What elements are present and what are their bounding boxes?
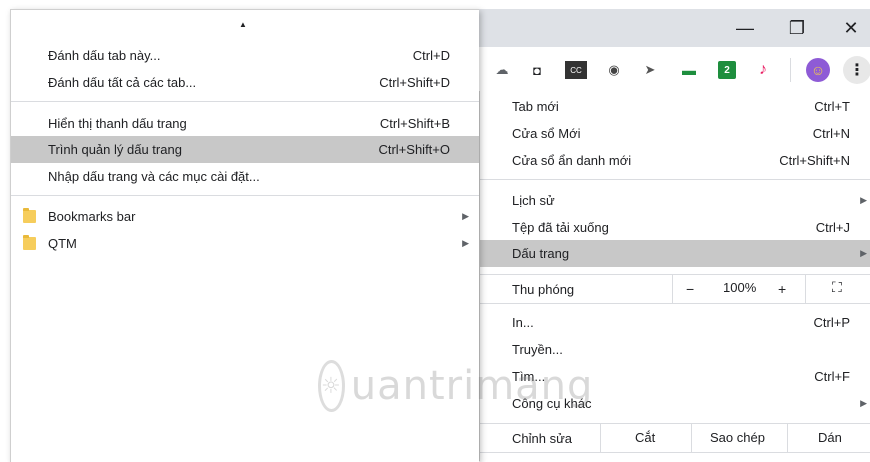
menu-divider [480, 452, 870, 453]
cell-divider [600, 424, 601, 452]
music-note-icon[interactable]: ♪ [754, 61, 772, 79]
zoom-level: 100% [723, 280, 757, 295]
menu-item-cast[interactable]: Truyền... [480, 336, 865, 363]
menu-item-bookmarks[interactable]: Dấu trang ▶ [480, 240, 870, 267]
menu-item-show-bookmarks-bar[interactable]: Hiển thị thanh dấu trang Ctrl+Shift+B [11, 110, 479, 137]
zoom-in-button[interactable]: + [778, 281, 786, 297]
chrome-main-menu: Tab mới Ctrl+T Cửa sổ Mới Ctrl+N Cửa sổ … [480, 91, 870, 461]
chevron-right-icon: ▶ [860, 398, 867, 408]
folder-item-qtm[interactable]: QTM ▶ [11, 230, 479, 257]
paste-button[interactable]: Dán [818, 430, 842, 445]
chevron-right-icon: ▶ [462, 238, 469, 248]
cut-button[interactable]: Cắt [635, 430, 655, 445]
menu-item-history[interactable]: Lịch sử ▶ [480, 187, 867, 214]
zoom-out-button[interactable]: − [686, 281, 694, 297]
cell-divider [691, 424, 692, 452]
menu-item-incognito[interactable]: Cửa sổ ẩn danh mới Ctrl+Shift+N [480, 147, 865, 174]
menu-item-new-tab[interactable]: Tab mới Ctrl+T [480, 93, 865, 120]
chevron-right-icon: ▶ [860, 248, 867, 258]
cell-divider [787, 424, 788, 452]
menu-item-bookmark-tab[interactable]: Đánh dấu tab này... Ctrl+D [11, 42, 479, 69]
close-icon: ✕ [843, 17, 859, 38]
camera-icon[interactable]: ◘ [528, 61, 546, 79]
caption-icon[interactable]: ▬ [680, 61, 698, 79]
minimize-icon: — [736, 17, 754, 38]
chevron-right-icon: ▶ [860, 195, 867, 205]
profile-avatar-icon[interactable]: ☺ [806, 58, 830, 82]
restore-icon: ❐ [788, 17, 806, 38]
cell-divider [672, 275, 673, 303]
menu-divider [11, 195, 479, 196]
menu-divider [480, 274, 870, 275]
menu-divider [480, 179, 870, 180]
folder-icon [23, 235, 36, 250]
fullscreen-icon[interactable]: ⛶ [832, 279, 842, 296]
menu-item-print[interactable]: In... Ctrl+P [480, 309, 865, 336]
toolbar-divider [790, 58, 791, 82]
eye-icon[interactable]: ◉ [605, 61, 623, 79]
notes-icon[interactable]: 2 [718, 61, 736, 79]
menu-divider [11, 101, 479, 102]
seek-cc-icon[interactable]: CC [565, 61, 587, 79]
cloud-download-icon[interactable]: ☁ [493, 61, 511, 79]
close-window-button[interactable]: ✕ [828, 9, 870, 47]
menu-divider [480, 423, 870, 424]
menu-item-bookmark-manager[interactable]: Trình quản lý dấu trang Ctrl+Shift+O [11, 136, 479, 163]
menu-item-edit: Chỉnh sửa [512, 430, 573, 446]
restore-button[interactable]: ❐ [774, 9, 820, 47]
menu-item-import-bookmarks[interactable]: Nhập dấu trang và các mục cài đặt... [11, 163, 479, 190]
menu-item-more-tools[interactable]: Công cụ khác ▶ [480, 390, 867, 417]
more-menu-icon[interactable]: ⋮ [843, 56, 870, 84]
minimize-button[interactable]: — [722, 9, 768, 47]
chevron-right-icon: ▶ [462, 211, 469, 221]
menu-item-bookmark-all-tabs[interactable]: Đánh dấu tất cả các tab... Ctrl+Shift+D [11, 69, 479, 96]
bookmarks-submenu: ▲ Đánh dấu tab này... Ctrl+D Đánh dấu tấ… [10, 9, 479, 462]
copy-button[interactable]: Sao chép [710, 430, 765, 445]
menu-item-downloads[interactable]: Tệp đã tải xuống Ctrl+J [480, 214, 865, 241]
folder-icon [23, 208, 36, 223]
cell-divider [805, 275, 806, 303]
send-icon[interactable]: ➤ [641, 61, 659, 79]
menu-divider [480, 303, 870, 304]
scroll-up-icon[interactable]: ▲ [239, 20, 247, 29]
menu-item-find[interactable]: Tìm... Ctrl+F [480, 363, 865, 390]
folder-item-bookmarks-bar[interactable]: Bookmarks bar ▶ [11, 203, 479, 230]
menu-item-new-window[interactable]: Cửa sổ Mới Ctrl+N [480, 120, 865, 147]
